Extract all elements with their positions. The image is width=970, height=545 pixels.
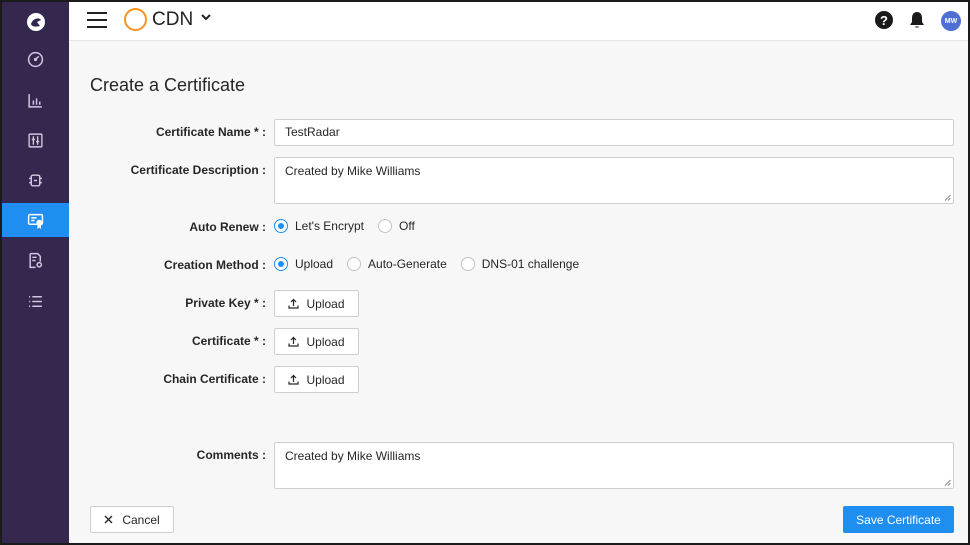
close-icon [104, 515, 113, 524]
chevron-down-icon[interactable] [200, 11, 212, 23]
brand-logo-icon [124, 8, 147, 31]
creation-method-option-dns01[interactable]: DNS-01 challenge [460, 257, 580, 271]
brand-name[interactable]: CDN [152, 9, 193, 31]
sidebar-item-logs[interactable] [2, 284, 69, 318]
creation-method-option-auto-generate[interactable]: Auto-Generate [347, 257, 447, 271]
help-icon[interactable]: ? [875, 11, 893, 29]
creation-method-label: Creation Method : [164, 258, 266, 272]
sidebar-item-dashboard[interactable] [2, 42, 69, 76]
chain-certificate-upload-button[interactable]: Upload [274, 366, 359, 393]
certificate-icon [27, 213, 44, 229]
sidebar [2, 2, 69, 543]
cert-name-input[interactable]: TestRadar [274, 119, 954, 146]
cancel-label: Cancel [122, 512, 160, 527]
certificate-label: Certificate * : [191, 334, 266, 348]
radio-label: Upload [295, 257, 334, 271]
cert-description-textarea[interactable]: Created by Mike Williams [274, 157, 954, 204]
document-settings-icon [29, 252, 43, 268]
bell-icon[interactable] [908, 10, 926, 30]
auto-renew-option-lets-encrypt[interactable]: Let's Encrypt [274, 219, 364, 233]
bar-chart-icon [28, 93, 42, 108]
radio-label: Auto-Generate [368, 257, 447, 271]
cert-name-label: Certificate Name * : [155, 125, 266, 139]
auto-renew-option-off[interactable]: Off [378, 219, 415, 233]
shield-icon [29, 173, 42, 187]
save-certificate-button[interactable]: Save Certificate [843, 506, 954, 533]
resize-grip-icon[interactable] [944, 479, 951, 486]
resize-grip-icon[interactable] [944, 194, 951, 201]
auto-renew-label: Auto Renew : [189, 220, 266, 234]
upload-icon [288, 374, 300, 385]
private-key-upload-button[interactable]: Upload [274, 290, 359, 317]
radio-label: Let's Encrypt [295, 219, 364, 233]
upload-icon [288, 336, 300, 347]
hamburger-menu-icon[interactable] [87, 12, 107, 30]
creation-method-radio-group: Upload Auto-Generate DNS-01 challenge [274, 257, 593, 271]
main-content: Create a Certificate Certificate Name * … [69, 41, 968, 543]
chain-certificate-label: Chain Certificate : [163, 372, 266, 386]
radio-unchecked-icon [460, 257, 475, 271]
list-icon [29, 295, 42, 307]
sidebar-item-configuration[interactable] [2, 123, 69, 157]
cancel-button[interactable]: Cancel [90, 506, 174, 533]
radio-label: DNS-01 challenge [481, 257, 580, 271]
creation-method-option-upload[interactable]: Upload [274, 257, 333, 271]
sliders-icon [28, 132, 43, 148]
upload-icon [288, 298, 300, 309]
upload-label: Upload [306, 296, 345, 311]
comments-label: Comments : [196, 448, 266, 462]
sidebar-item-analytics[interactable] [2, 83, 69, 117]
radio-checked-icon [274, 257, 288, 271]
upload-label: Upload [306, 334, 345, 349]
dashboard-icon [27, 51, 44, 67]
top-header: CDN ? MW [69, 2, 968, 41]
radio-unchecked-icon [378, 219, 392, 233]
cert-description-text: Created by Mike Williams [285, 164, 421, 178]
radio-checked-icon [274, 219, 288, 233]
certificate-upload-button[interactable]: Upload [274, 328, 359, 355]
radio-unchecked-icon [347, 257, 362, 271]
comments-text: Created by Mike Williams [285, 449, 421, 463]
cert-description-label: Certificate Description : [130, 163, 266, 177]
sidebar-item-certificates[interactable] [2, 203, 69, 237]
auto-renew-radio-group: Let's Encrypt Off [274, 219, 429, 233]
upload-label: Upload [306, 372, 345, 387]
user-avatar[interactable]: MW [941, 11, 961, 31]
private-key-label: Private Key * : [185, 296, 266, 310]
page-title: Create a Certificate [90, 75, 246, 95]
comments-textarea[interactable]: Created by Mike Williams [274, 442, 954, 489]
radio-label: Off [399, 219, 415, 233]
sidebar-item-security[interactable] [2, 163, 69, 197]
logo-icon [26, 13, 45, 31]
sidebar-item-policies[interactable] [2, 243, 69, 277]
sidebar-logo[interactable] [2, 4, 69, 40]
